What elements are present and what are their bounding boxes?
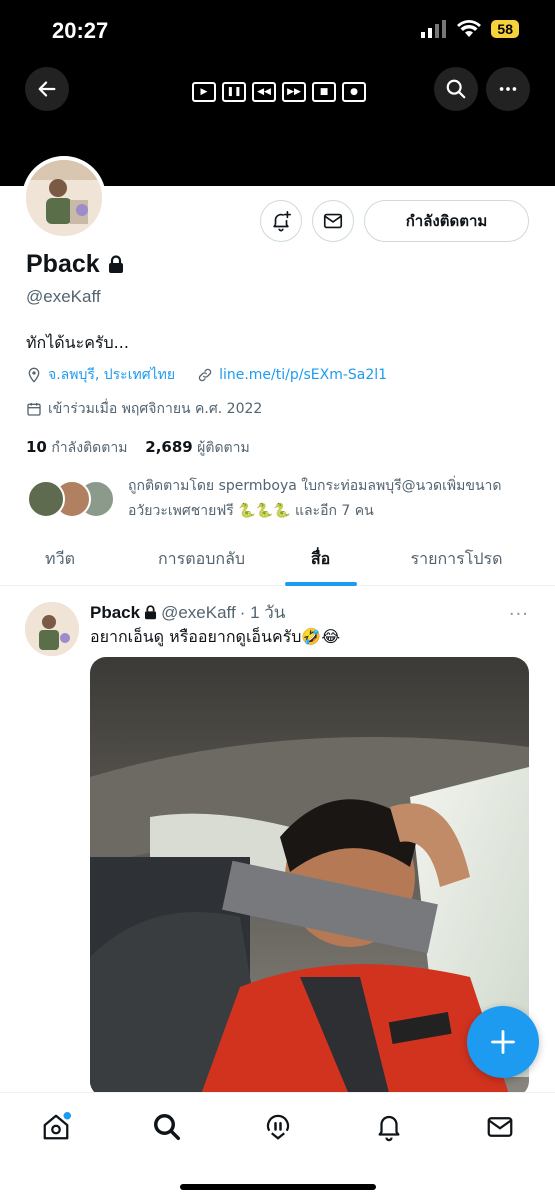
followed-by-line: อวัยวะเพศชายฟรี 🐍🐍🐍 และอีก 7 คน (128, 503, 374, 519)
notify-add-icon (273, 211, 291, 232)
following-button[interactable]: กำลังติดตาม (364, 200, 529, 242)
back-button[interactable] (25, 67, 69, 111)
notify-button[interactable] (260, 200, 302, 242)
profile-bio: ทักได้นะครับ... (26, 333, 129, 352)
signal-icon (421, 20, 447, 38)
tab-tweets[interactable]: ทวีต (0, 534, 120, 585)
tweet-author-name[interactable]: Pback (90, 603, 140, 623)
battery-indicator: 58 (491, 20, 519, 38)
following-count: 10 (26, 438, 47, 456)
nav-search[interactable] (147, 1107, 187, 1147)
home-icon (43, 1112, 71, 1140)
followers-label: ผู้ติดตาม (197, 440, 250, 456)
mail-icon (487, 1117, 513, 1137)
more-button[interactable] (486, 67, 530, 111)
status-icons: 58 (421, 20, 519, 38)
bell-icon (378, 1115, 400, 1142)
tweet-header: Pback @exeKaff · 1 วัน (90, 599, 285, 626)
more-icon (499, 87, 517, 91)
profile-joined-row: เข้าร่วมเมื่อ พฤศจิกายน ค.ศ. 2022 (26, 398, 262, 420)
tab-label: สื่อ (310, 549, 331, 568)
search-icon (446, 79, 466, 99)
profile-handle: @exeKaff (26, 287, 101, 306)
profile-name-row: Pback (26, 250, 124, 279)
stop-icon[interactable]: ■ (312, 82, 336, 102)
home-indicator (180, 1184, 376, 1190)
profile-website-link[interactable]: line.me/ti/p/sEXm-Sa2l1 (219, 367, 387, 383)
search-icon (154, 1114, 180, 1140)
following-link[interactable]: 10 กำลังติดตาม (26, 438, 128, 456)
avatar-photo (25, 602, 79, 656)
lock-icon (145, 605, 157, 620)
link-icon (198, 368, 212, 382)
back-arrow-icon (38, 81, 56, 97)
tab-replies[interactable]: การตอบกลับ (120, 534, 283, 585)
following-label: กำลังติดตาม (51, 440, 128, 456)
follow-counts: 10 กำลังติดตาม 2,689 ผู้ติดตาม (26, 437, 250, 459)
avatar (27, 480, 65, 518)
pause-icon[interactable]: ❚❚ (222, 82, 246, 102)
tweet-avatar[interactable] (25, 602, 79, 656)
tweet-more-button[interactable]: ··· (509, 604, 529, 625)
followed-by-avatars[interactable] (27, 480, 117, 518)
rewind-icon[interactable]: ◀◀ (252, 82, 276, 102)
active-tab-indicator (284, 582, 357, 586)
mail-icon (323, 213, 343, 229)
profile-header-banner: 20:27 58 ▶ ❚❚ ◀◀ ▶▶ ■ ● (0, 0, 555, 186)
profile-joined: เข้าร่วมเมื่อ พฤศจิกายน ค.ศ. 2022 (48, 401, 263, 417)
fast-forward-icon[interactable]: ▶▶ (282, 82, 306, 102)
followed-by-line: ถูกติดตามโดย spermboya ใบกระท่อมลพบุรี@น… (128, 478, 502, 494)
wifi-icon (457, 20, 482, 37)
status-time: 20:27 (52, 18, 109, 43)
nav-notifications[interactable] (369, 1107, 409, 1147)
profile-tabs: ทวีต การตอบกลับ สื่อ รายการโปรด (0, 534, 555, 586)
calendar-icon (27, 403, 41, 416)
location-icon (28, 367, 40, 383)
media-control-bar: ▶ ❚❚ ◀◀ ▶▶ ■ ● (192, 82, 366, 102)
search-button[interactable] (434, 67, 478, 111)
tab-label: การตอบกลับ (157, 549, 246, 568)
followers-link[interactable]: 2,689 ผู้ติดตาม (145, 438, 250, 456)
message-button[interactable] (312, 200, 354, 242)
tab-label: รายการโปรด (410, 549, 503, 568)
spaces-icon (266, 1114, 290, 1140)
nav-spaces[interactable] (258, 1107, 298, 1147)
nav-messages[interactable] (480, 1107, 520, 1147)
profile-meta-row: จ.ลพบุรี, ประเทศไทย line.me/ti/p/sEXm-Sa… (26, 364, 387, 386)
tweet-media-image[interactable] (90, 657, 529, 1097)
tab-media[interactable]: สื่อ (283, 534, 358, 586)
nav-home[interactable] (36, 1107, 76, 1147)
tab-label: ทวีต (45, 549, 75, 568)
followers-count: 2,689 (145, 438, 193, 456)
tweet-author-handle: @exeKaff (161, 602, 236, 622)
compose-tweet-button[interactable] (467, 1006, 539, 1078)
profile-name: Pback (26, 250, 100, 278)
compose-plus-icon (491, 1030, 515, 1054)
profile-location: จ.ลพบุรี, ประเทศไทย (48, 367, 176, 383)
play-icon[interactable]: ▶ (192, 82, 216, 102)
lock-icon (108, 255, 123, 273)
tab-likes[interactable]: รายการโปรด (358, 534, 555, 585)
profile-avatar[interactable] (22, 156, 106, 240)
media-photo (90, 657, 529, 1097)
avatar-photo (26, 160, 102, 236)
followed-by-text[interactable]: ถูกติดตามโดย spermboya ใบกระท่อมลพบุรี@น… (128, 474, 538, 524)
tweet-text: อยากเอ็นดู หรืออยากดูเอ็นครับ🤣😂 (90, 627, 341, 646)
tweet-time: · 1 วัน (239, 603, 286, 622)
record-icon[interactable]: ● (342, 82, 366, 102)
